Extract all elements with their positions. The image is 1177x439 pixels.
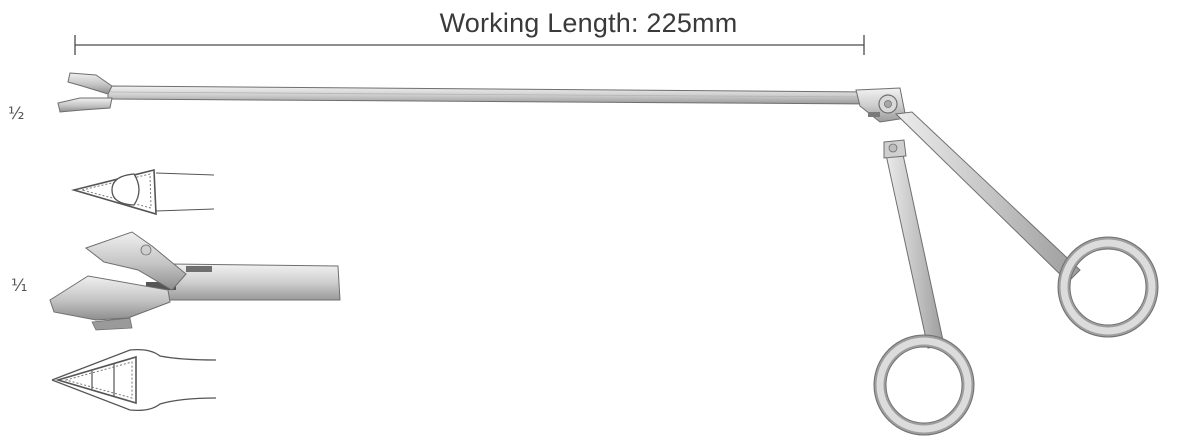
instrument-shaft: [57, 72, 907, 123]
rongeur-forceps-illustration: [49, 35, 1159, 436]
jaw-cross-section-icon-detail: [51, 348, 217, 412]
instrument-handles: [873, 111, 1159, 436]
scale-half-label: ½: [8, 104, 25, 124]
product-drawing: Working Length: 225mm ½ ⅟₁: [0, 0, 1177, 439]
scale-full-label: ⅟₁: [11, 276, 28, 296]
jaw-cross-section-icon: [70, 168, 215, 216]
working-length-label: Working Length: 225mm: [439, 8, 738, 38]
jaw-detail-illustration: [49, 231, 341, 331]
